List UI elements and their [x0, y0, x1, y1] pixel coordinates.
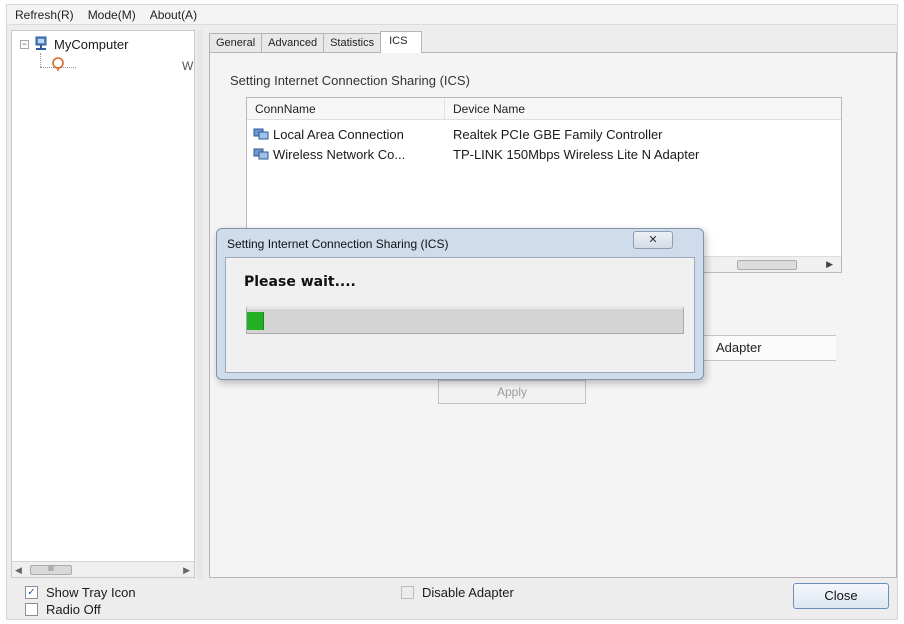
list-item[interactable]: Local Area Connection Realtek PCIe GBE F… — [247, 124, 841, 144]
connection-name: Wireless Network Co... — [273, 146, 406, 162]
close-icon: ✕ — [648, 234, 658, 246]
dialog-close-button[interactable]: ✕ — [633, 231, 673, 249]
column-device-name[interactable]: Device Name — [445, 98, 841, 120]
disable-adapter-option[interactable]: Disable Adapter — [401, 585, 514, 600]
show-tray-icon-label: Show Tray Icon — [46, 585, 136, 600]
bottom-bar: ✓ Show Tray Icon Radio Off Disable Adapt… — [7, 579, 897, 619]
panel-splitter[interactable] — [197, 30, 203, 578]
tree-connector — [40, 53, 41, 67]
show-tray-icon-option[interactable]: ✓ Show Tray Icon — [25, 585, 136, 600]
menu-about[interactable]: About(A) — [150, 8, 197, 22]
apply-button[interactable]: Apply — [438, 380, 586, 404]
menu-mode[interactable]: Mode(M) — [88, 8, 136, 22]
disable-adapter-label: Disable Adapter — [422, 585, 514, 600]
tab-general[interactable]: General — [209, 33, 263, 53]
scroll-right-icon[interactable]: ▶ — [183, 565, 190, 576]
scroll-thumb[interactable]: III — [30, 565, 72, 575]
show-tray-icon-checkbox[interactable]: ✓ — [25, 586, 38, 599]
computer-network-icon — [35, 36, 47, 50]
section-title: Setting Internet Connection Sharing (ICS… — [230, 73, 470, 88]
scroll-left-icon[interactable]: ◀ — [15, 565, 22, 576]
tab-advanced[interactable]: Advanced — [261, 33, 325, 53]
menu-refresh[interactable]: Refresh(R) — [15, 8, 74, 22]
scroll-right-icon[interactable]: ▶ — [826, 259, 833, 270]
close-button[interactable]: Close — [793, 583, 889, 609]
adapter-field-text: Adapter — [716, 340, 762, 355]
list-item[interactable]: Wireless Network Co... TP-LINK 150Mbps W… — [247, 144, 841, 164]
menu-bar: Refresh(R) Mode(M) About(A) — [7, 5, 897, 25]
network-connection-icon — [253, 128, 269, 140]
tab-ics[interactable]: ICS — [380, 31, 423, 53]
network-adapter-icon[interactable] — [50, 56, 66, 72]
connection-name: Local Area Connection — [273, 126, 404, 142]
tree-horizontal-scrollbar[interactable]: ◀ III ▶ — [12, 561, 194, 577]
radio-off-option[interactable]: Radio Off — [25, 602, 101, 617]
radio-off-checkbox[interactable] — [25, 603, 38, 616]
disable-adapter-checkbox[interactable] — [401, 586, 414, 599]
network-connection-icon — [253, 148, 269, 160]
tab-statistics[interactable]: Statistics — [323, 33, 382, 53]
progress-bar — [246, 306, 684, 334]
dialog-body: Please wait.... — [225, 257, 695, 373]
tree-collapse-toggle[interactable]: − — [20, 40, 29, 49]
tree-item-mycomputer[interactable]: MyComputer — [54, 37, 128, 52]
progress-bar-fill — [247, 312, 264, 330]
ics-progress-dialog: Setting Internet Connection Sharing (ICS… — [216, 228, 704, 380]
scroll-thumb[interactable] — [737, 260, 797, 270]
please-wait-message: Please wait.... — [244, 274, 356, 290]
radio-off-label: Radio Off — [46, 602, 101, 617]
device-name: Realtek PCIe GBE Family Controller — [453, 126, 663, 142]
tab-strip: General Advanced Statistics ICS — [209, 31, 423, 53]
dialog-title: Setting Internet Connection Sharing (ICS… — [227, 237, 449, 251]
device-name: TP-LINK 150Mbps Wireless Lite N Adapter — [453, 146, 700, 162]
column-connname[interactable]: ConnName — [247, 98, 445, 120]
list-header: ConnName Device Name — [247, 98, 841, 120]
tree-truncated-text: W — [182, 59, 194, 73]
device-tree: − MyComputer W ◀ III ▶ — [11, 30, 195, 578]
